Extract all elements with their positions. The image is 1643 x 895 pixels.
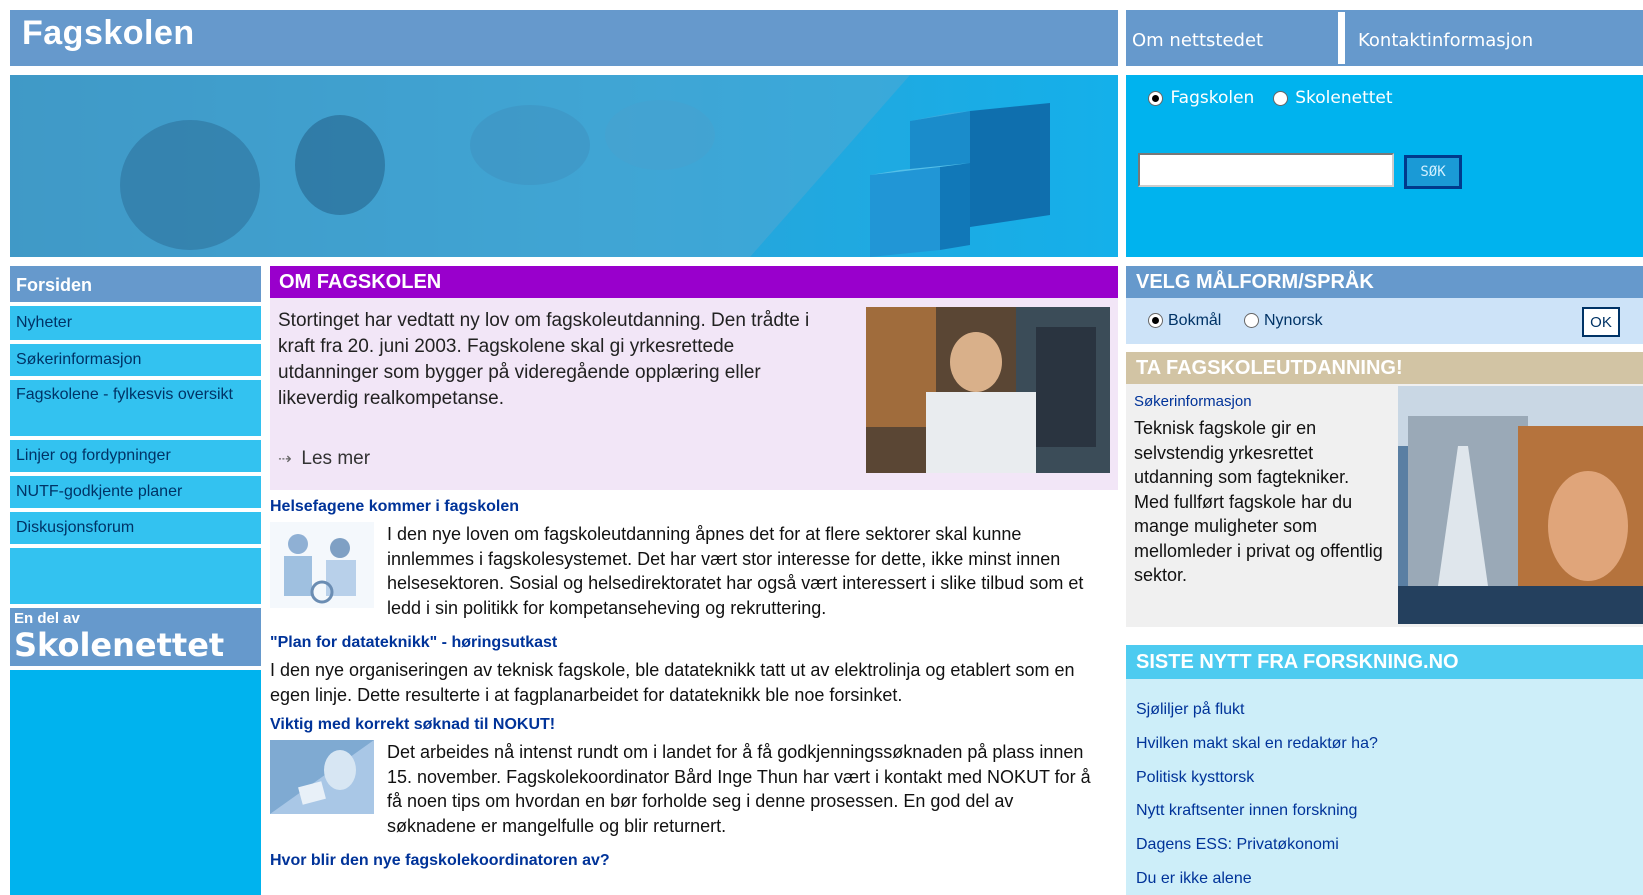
velg-malform-header: VELG MÅLFORM/SPRÅK [1126, 266, 1643, 298]
radio-fagskolen[interactable] [1148, 90, 1163, 106]
om-fagskolen-box: Stortinget har vedtatt ny lov om fagskol… [270, 298, 1118, 490]
news-text-helsefagene: I den nye loven om fagskoleutdanning åpn… [387, 524, 1084, 618]
news-text-nokut: Det arbeides nå intenst rundt om i lande… [387, 742, 1091, 836]
left-nav: Forsiden Nyheter Søkerinformasjon Fagsko… [10, 266, 261, 895]
siste-nytt-item[interactable]: Hvilken makt skal en redaktør ha? [1136, 735, 1378, 753]
siste-nytt-item[interactable]: Politisk kysttorsk [1136, 769, 1254, 787]
radio-nynorsk[interactable] [1244, 313, 1259, 329]
siste-nytt-item[interactable]: Sjøliljer på flukt [1136, 701, 1244, 719]
skolenettet-pretext: En del av [14, 610, 80, 627]
news-title-plan-datateknikk[interactable]: "Plan for datateknikk" - høringsutkast [270, 634, 557, 652]
radio-skolenettet-label: Skolenettet [1295, 88, 1393, 108]
news-title-nokut[interactable]: Viktig med korrekt søknad til NOKUT! [270, 716, 555, 734]
lang-option-bokmal[interactable]: Bokmål [1148, 312, 1221, 330]
helsefagene-thumbnail [270, 522, 374, 608]
top-links-divider [1338, 12, 1345, 64]
news-title-fagskolekoordinator[interactable]: Hvor blir den nye fagskolekoordinatoren … [270, 852, 610, 870]
siste-nytt-item[interactable]: Du er ikke alene [1136, 870, 1252, 888]
top-links-bar: Om nettstedet Kontaktinformasjon [1126, 10, 1643, 66]
nav-empty-slot [10, 548, 261, 604]
photo-illustration [866, 307, 1110, 473]
velg-malform-title: VELG MÅLFORM/SPRÅK [1136, 271, 1374, 293]
link-om-nettstedet[interactable]: Om nettstedet [1132, 30, 1263, 51]
les-mer-link[interactable]: ⇢ Les mer [278, 448, 370, 470]
lang-option-nynorsk[interactable]: Nynorsk [1244, 312, 1323, 330]
ta-fagskoleutdanning-header: TA FAGSKOLEUTDANNING! [1126, 352, 1643, 384]
lang-option-nynorsk-label: Nynorsk [1264, 312, 1323, 329]
nav-separator [10, 666, 261, 670]
link-kontaktinformasjon[interactable]: Kontaktinformasjon [1358, 30, 1533, 51]
ta-fagskoleutdanning-title: TA FAGSKOLEUTDANNING! [1136, 357, 1403, 379]
search-panel: Fagskolen Skolenettet SØK [1126, 75, 1643, 257]
skolenettet-logo: Skolenettet [14, 626, 225, 664]
nav-item-linjer-og-fordypninger[interactable]: Linjer og fordypninger [10, 440, 261, 472]
siste-nytt-header: SISTE NYTT FRA FORSKNING.NO [1126, 645, 1643, 679]
search-input[interactable] [1138, 153, 1394, 187]
radio-bokmal[interactable] [1148, 313, 1163, 329]
arrow-right-icon: ⇢ [278, 451, 292, 468]
siste-nytt-box: Sjøliljer på flukt Hvilken makt skal en … [1126, 679, 1643, 895]
nav-item-nutf-godkjente-planer[interactable]: NUTF-godkjente planer [10, 476, 261, 508]
ok-button[interactable]: OK [1582, 307, 1620, 337]
skolenettet-banner[interactable]: En del av Skolenettet [10, 608, 261, 666]
lang-option-bokmal-label: Bokmål [1168, 312, 1222, 329]
om-fagskolen-header: OM FAGSKOLEN [270, 266, 1118, 298]
sokerinformasjon-link[interactable]: Søkerinformasjon [1134, 393, 1252, 410]
news-title-helsefagene[interactable]: Helsefagene kommer i fagskolen [270, 498, 519, 516]
nav-item-diskusjonsforum[interactable]: Diskusjonsforum [10, 512, 261, 544]
thumbnail-illustration [270, 740, 374, 814]
siste-nytt-item[interactable]: Dagens ESS: Privatøkonomi [1136, 836, 1339, 854]
nav-item-sokerinformasjon[interactable]: Søkerinformasjon [10, 344, 261, 376]
thumbnail-illustration [270, 522, 374, 608]
siste-nytt-item[interactable]: Nytt kraftsenter innen forskning [1136, 802, 1357, 820]
brochure-illustration [1398, 386, 1643, 624]
radio-fagskolen-label: Fagskolen [1170, 88, 1255, 108]
nokut-thumbnail [270, 740, 374, 814]
nav-item-fagskolene-fylkesvis[interactable]: Fagskolene - fylkesvis oversikt [10, 380, 261, 436]
search-button[interactable]: SØK [1404, 155, 1462, 189]
ta-fagskoleutdanning-box: Søkerinformasjon Teknisk fagskole gir en… [1126, 384, 1643, 627]
ta-fagskoleutdanning-text: Teknisk fagskole gir en selvstendig yrke… [1134, 418, 1383, 585]
velg-malform-box: Bokmål Nynorsk OK [1126, 298, 1643, 344]
les-mer-label: Les mer [301, 448, 371, 469]
siste-nytt-title: SISTE NYTT FRA FORSKNING.NO [1136, 651, 1459, 673]
om-fagskolen-text: Stortinget har vedtatt ny lov om fagskol… [278, 310, 810, 409]
student-electronics-photo [866, 307, 1110, 473]
om-fagskolen-title: OM FAGSKOLEN [279, 271, 442, 293]
nav-item-nyheter[interactable]: Nyheter [10, 306, 261, 340]
site-title[interactable]: Fagskolen [22, 14, 195, 53]
nav-item-forsiden[interactable]: Forsiden [10, 266, 261, 302]
search-scope-options: Fagskolen Skolenettet [1148, 88, 1393, 108]
banner-illustration [10, 75, 1118, 257]
banner-image [10, 75, 1118, 257]
radio-skolenettet[interactable] [1272, 90, 1288, 106]
news-text-plan-datateknikk: I den nye organiseringen av teknisk fags… [270, 660, 1075, 705]
brochure-photo [1398, 386, 1643, 624]
